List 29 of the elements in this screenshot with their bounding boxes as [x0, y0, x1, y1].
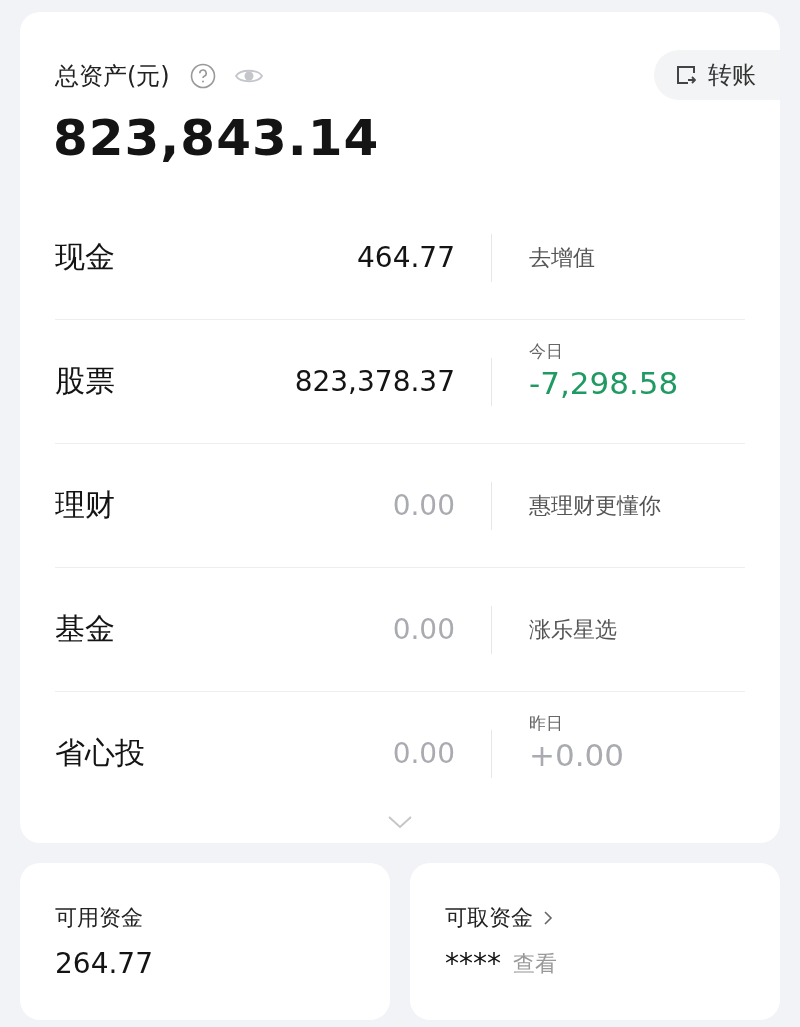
- expand-chevron-icon[interactable]: [387, 815, 413, 829]
- profit-change: -7,298.58: [529, 365, 680, 401]
- transfer-button[interactable]: 转账: [654, 50, 780, 100]
- asset-amount: 0.00: [391, 613, 456, 646]
- asset-amount: 823,378.37: [293, 365, 456, 398]
- period-caption: 昨日: [529, 712, 564, 735]
- help-icon[interactable]: [189, 63, 216, 89]
- asset-amount: 0.00: [391, 489, 456, 522]
- asset-label: 股票: [55, 362, 116, 400]
- chevron-right-icon: [543, 910, 553, 926]
- withdrawable-funds-card[interactable]: 可取资金 **** 查看: [410, 863, 780, 1020]
- asset-label: 省心投: [55, 734, 146, 772]
- profit-change: +0.00: [529, 737, 625, 773]
- promo-text[interactable]: 涨乐星选: [529, 614, 745, 645]
- promo-text[interactable]: 去增值: [529, 242, 745, 273]
- hidden-amount: ****: [445, 947, 501, 980]
- available-funds-label: 可用资金: [55, 904, 143, 932]
- total-assets-amount: 823,843.14: [52, 108, 381, 169]
- asset-label: 理财: [55, 486, 116, 524]
- transfer-icon: [676, 65, 696, 85]
- asset-amount: 0.00: [391, 737, 456, 770]
- asset-amount: 464.77: [356, 241, 456, 274]
- asset-label: 基金: [55, 610, 116, 648]
- period-caption: 今日: [529, 340, 564, 363]
- promo-text[interactable]: 惠理财更懂你: [529, 490, 745, 521]
- asset-label: 现金: [55, 238, 116, 276]
- available-funds-amount: 264.77: [55, 947, 153, 980]
- withdrawable-funds-label: 可取资金: [445, 904, 533, 932]
- total-assets-title: 总资产(元): [55, 61, 170, 92]
